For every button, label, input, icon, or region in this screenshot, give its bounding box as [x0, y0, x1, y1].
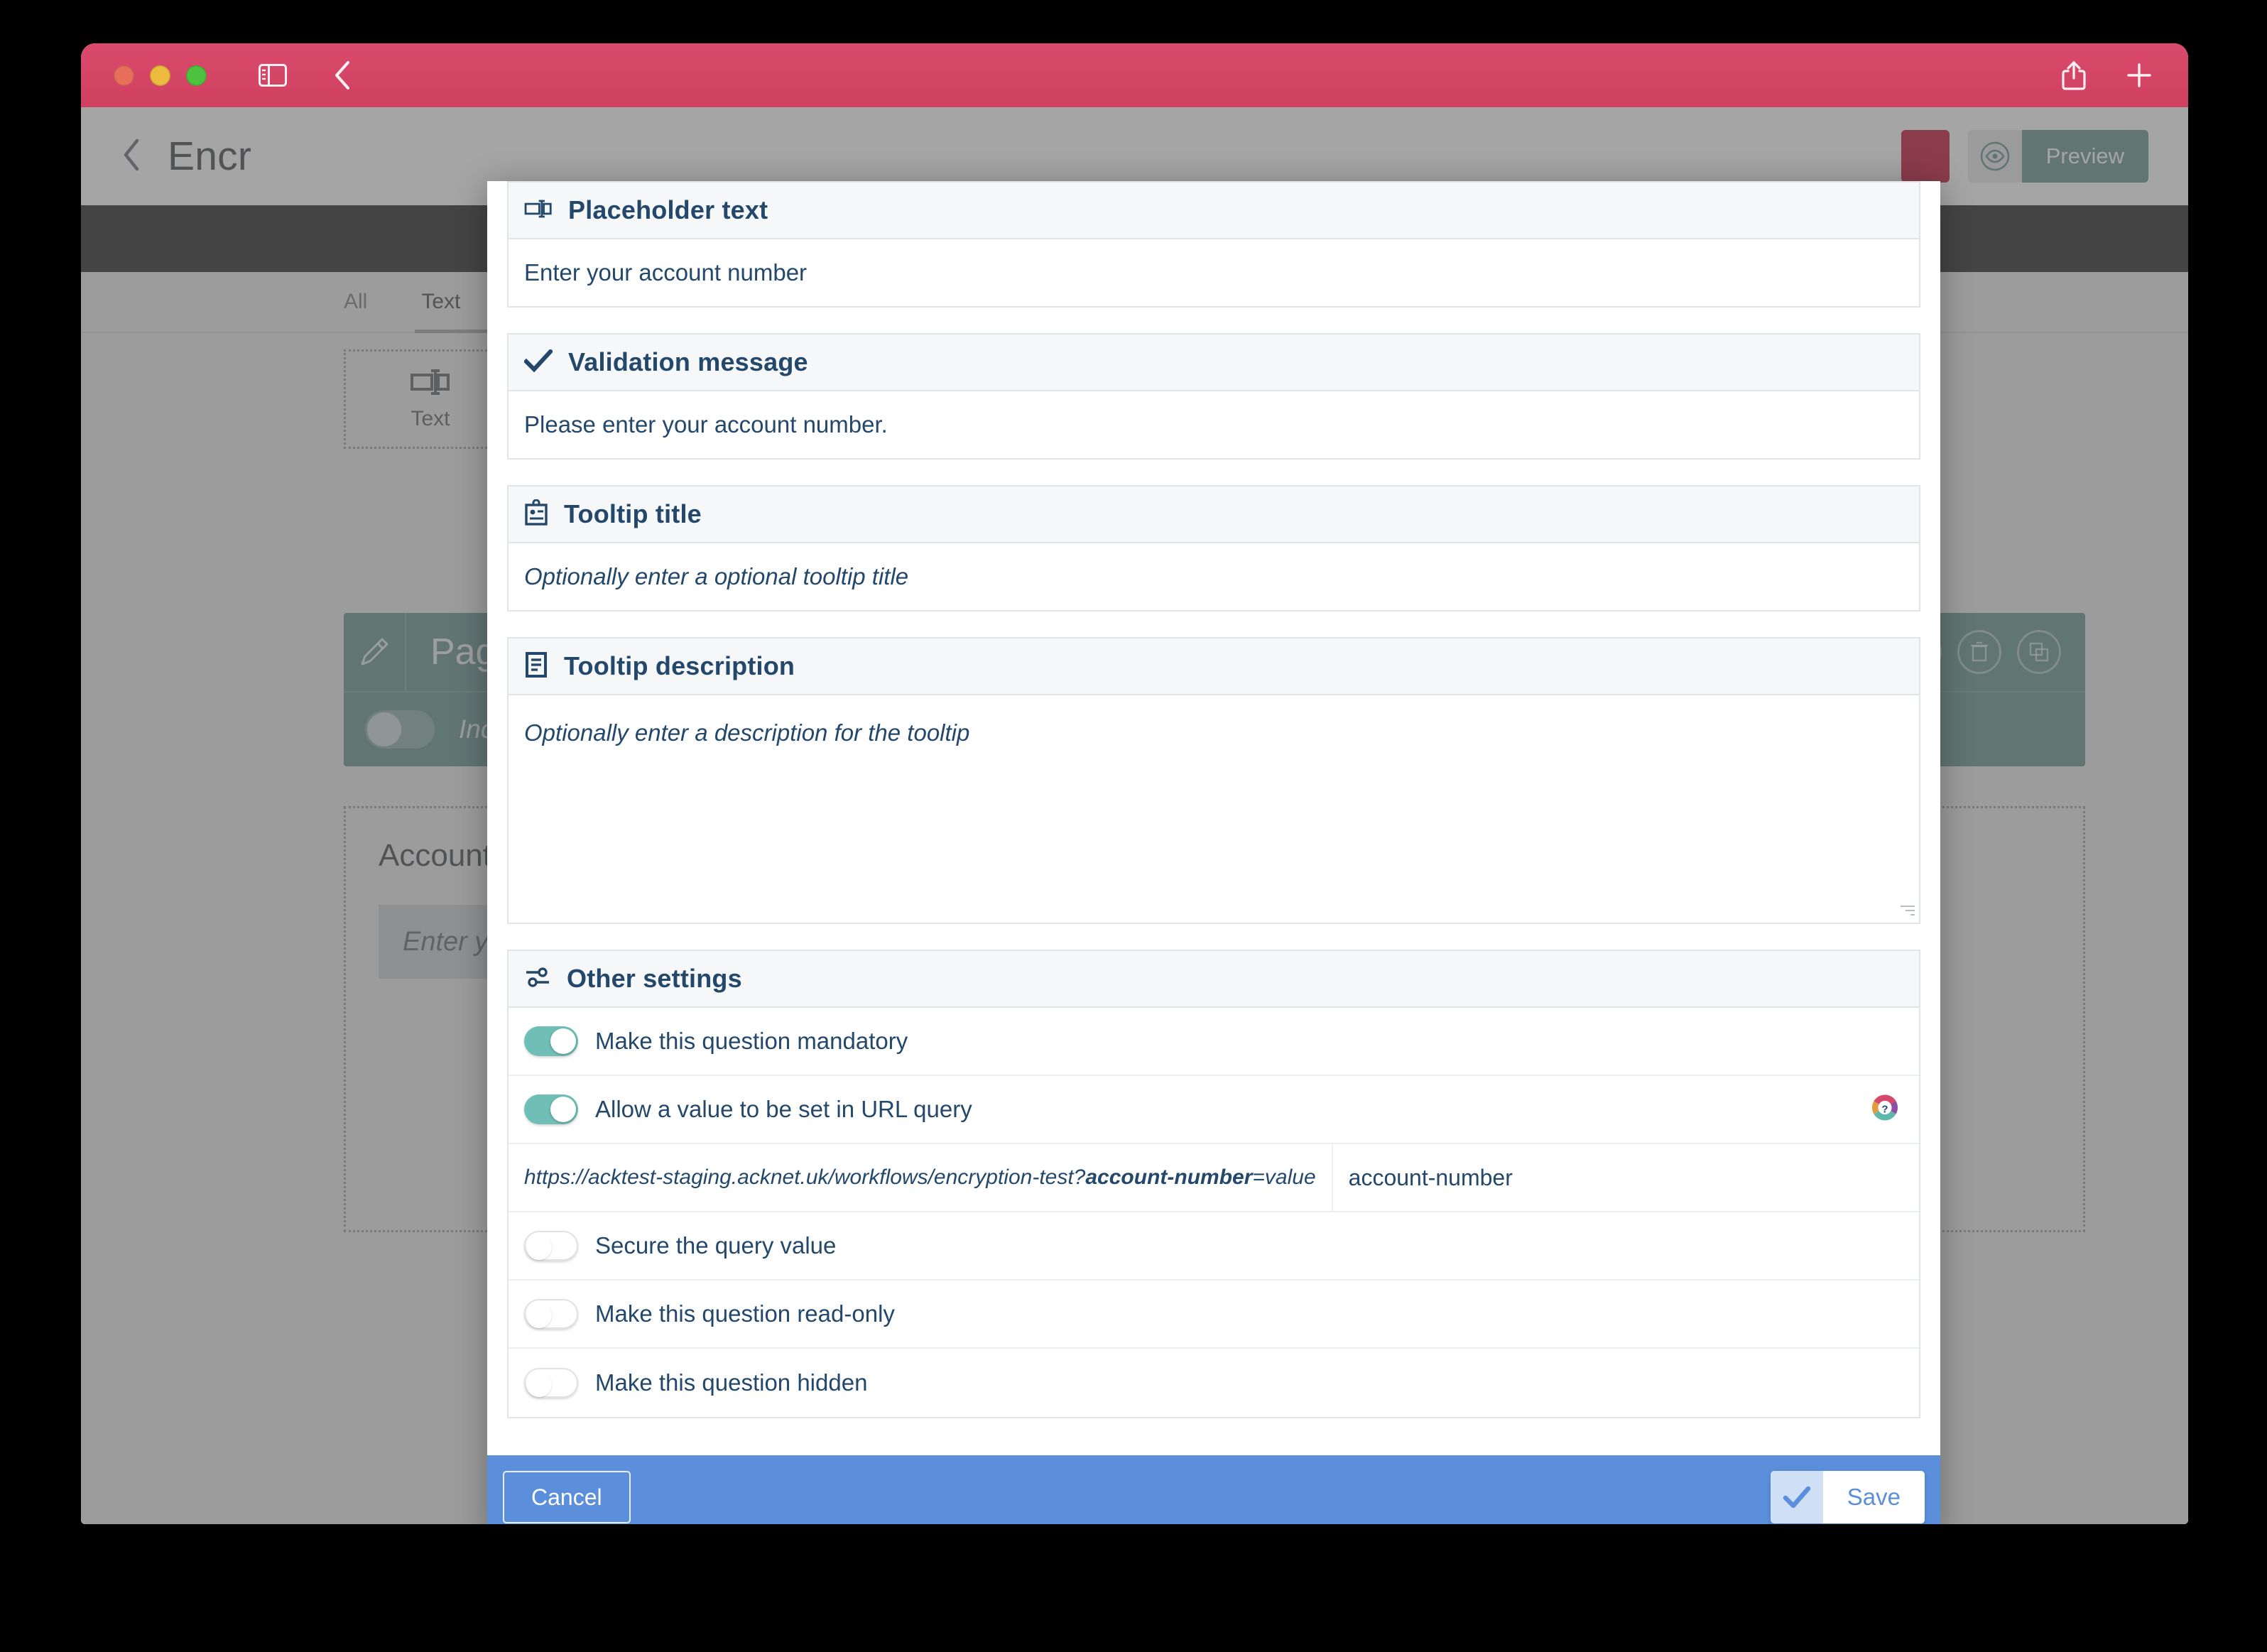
workflow-save-button[interactable]: [1901, 130, 1950, 183]
help-circle-icon[interactable]: ?: [1871, 1094, 1899, 1126]
section-tooltip-title: Tooltip title Optionally enter a optiona…: [507, 485, 1920, 612]
section-header: Tooltip title: [507, 485, 1920, 543]
palette-item-label: Text: [411, 406, 450, 430]
mandatory-toggle[interactable]: [524, 1026, 578, 1056]
window-traffic-lights: [114, 65, 207, 86]
share-icon[interactable]: [2057, 59, 2090, 92]
setting-row-hidden[interactable]: Make this question hidden: [509, 1349, 1919, 1417]
setting-label: Allow a value to be set in URL query: [595, 1096, 972, 1122]
secure-query-toggle[interactable]: [524, 1231, 578, 1261]
section-title: Other settings: [567, 964, 742, 993]
filter-active-underline: [415, 330, 493, 333]
filter-text[interactable]: Text: [421, 290, 460, 314]
text-field-icon: [410, 368, 451, 400]
url-query-toggle[interactable]: [524, 1094, 578, 1124]
check-icon: [1770, 1471, 1823, 1523]
page-block-title: Pag: [430, 631, 496, 673]
section-title: Placeholder text: [568, 195, 768, 224]
read-only-toggle[interactable]: [524, 1299, 578, 1329]
check-icon: [523, 348, 554, 376]
include-toggle[interactable]: [365, 710, 435, 749]
section-header: Tooltip description: [507, 637, 1920, 695]
browser-titlebar: [81, 43, 2188, 107]
copy-icon[interactable]: [2017, 630, 2061, 674]
tooltip-description-textarea[interactable]: Optionally enter a description for the t…: [507, 695, 1920, 924]
resize-handle[interactable]: [1899, 903, 1915, 918]
validation-message-input[interactable]: Please enter your account number.: [507, 391, 1920, 460]
setting-row-url-query[interactable]: Allow a value to be set in URL query ?: [509, 1076, 1919, 1144]
id-badge-icon: [524, 499, 548, 530]
section-placeholder-text: Placeholder text Enter your account numb…: [507, 181, 1920, 308]
section-title: Tooltip description: [564, 651, 795, 680]
sidebar-icon[interactable]: [256, 59, 289, 92]
setting-label: Make this question mandatory: [595, 1028, 908, 1054]
section-header: Validation message: [507, 333, 1920, 391]
hidden-toggle[interactable]: [524, 1368, 578, 1398]
tooltip-description-value: Optionally enter a description for the t…: [524, 719, 970, 746]
workflow-back-icon[interactable]: [121, 137, 142, 176]
modal-body: Placeholder text Enter your account numb…: [487, 181, 1940, 1455]
trash-icon[interactable]: [1957, 630, 2001, 674]
setting-label: Make this question hidden: [595, 1369, 868, 1396]
placeholder-text-input[interactable]: Enter your account number: [507, 239, 1920, 308]
modal-footer: Cancel Save: [487, 1455, 1940, 1524]
sliders-icon: [524, 966, 551, 992]
minimize-window-button[interactable]: [150, 65, 170, 86]
setting-row-mandatory[interactable]: Make this question mandatory: [509, 1008, 1919, 1076]
setting-row-read-only[interactable]: Make this question read-only: [509, 1281, 1919, 1349]
url-query-row: https://acktest-staging.acknet.uk/workfl…: [509, 1144, 1919, 1212]
other-settings-list: Make this question mandatory Allow a val…: [507, 1008, 1920, 1418]
section-header: Placeholder text: [507, 181, 1920, 239]
section-title: Validation message: [568, 347, 808, 376]
section-validation-message: Validation message Please enter your acc…: [507, 333, 1920, 460]
url-suffix: =value: [1252, 1165, 1316, 1189]
preview-button[interactable]: Preview: [1967, 130, 2148, 183]
workflow-header-actions: Preview: [1901, 130, 2148, 183]
url-key-input[interactable]: account-number: [1333, 1144, 1919, 1211]
section-tooltip-description: Tooltip description Optionally enter a d…: [507, 637, 1920, 924]
browser-titlebar-actions: [2057, 59, 2155, 92]
url-preview: https://acktest-staging.acknet.uk/workfl…: [509, 1144, 1333, 1211]
setting-label: Make this question read-only: [595, 1300, 895, 1327]
url-prefix: https://acktest-staging.acknet.uk/workfl…: [524, 1165, 1086, 1189]
section-other-settings: Other settings Make this question mandat…: [507, 950, 1920, 1418]
setting-label: Secure the query value: [595, 1232, 837, 1259]
svg-text:?: ?: [1881, 1104, 1888, 1116]
tooltip-title-input[interactable]: Optionally enter a optional tooltip titl…: [507, 543, 1920, 612]
browser-window: Encr Preview All Text Text Pag Account n…: [81, 43, 2188, 1524]
save-button[interactable]: Save: [1770, 1471, 1925, 1523]
close-window-button[interactable]: [114, 65, 134, 86]
document-text-icon: [524, 651, 548, 682]
text-field-icon: [524, 199, 553, 222]
setting-row-secure[interactable]: Secure the query value: [509, 1212, 1919, 1281]
eye-icon: [1967, 130, 2022, 183]
zoom-window-button[interactable]: [186, 65, 207, 86]
browser-back-icon[interactable]: [326, 59, 359, 92]
filter-all[interactable]: All: [344, 290, 367, 314]
plus-icon[interactable]: [2123, 59, 2155, 92]
preview-label: Preview: [2021, 130, 2148, 183]
save-button-label: Save: [1822, 1471, 1925, 1523]
page-title: Encr: [168, 134, 252, 179]
section-title: Tooltip title: [564, 499, 702, 528]
url-key: account-number: [1085, 1165, 1253, 1189]
section-header: Other settings: [507, 950, 1920, 1008]
pencil-icon[interactable]: [344, 613, 406, 691]
question-settings-modal: Placeholder text Enter your account numb…: [487, 181, 1940, 1524]
cancel-button[interactable]: Cancel: [503, 1471, 631, 1523]
